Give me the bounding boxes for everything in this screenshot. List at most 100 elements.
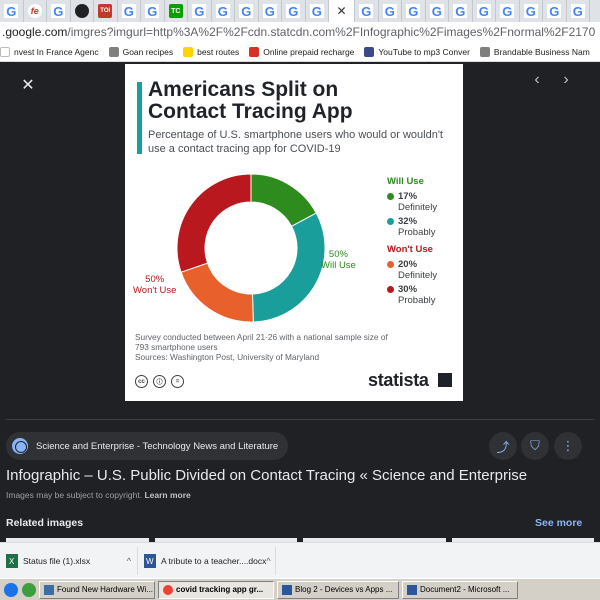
browser-tab[interactable]: G [259,0,282,22]
chrome-icon [163,584,173,595]
legend-dot [387,286,394,293]
bookmark-label: nvest In France Agenc [14,46,99,57]
bookmark-favicon-icon [0,46,10,57]
browser-tab[interactable]: G [379,0,402,22]
will-use-total-text: Will Use [321,260,356,271]
download-item-docx[interactable]: W A tribute to a teacher....docx ^ [140,546,276,575]
browser-tab[interactable]: G [212,0,235,22]
download-filename: Status file (1).xlsx [23,555,91,566]
bookmark-item[interactable]: Brandable Business Nam [479,46,590,57]
legend-heading-will-use: Will Use [387,176,424,187]
taskbar-item-active[interactable]: covid tracking app gr... [158,580,274,599]
browser-tab[interactable]: G [141,0,165,22]
browser-tab[interactable]: G [402,0,426,22]
donut-slice [251,212,326,323]
infographic-title-line2: Contact Tracing App [148,100,353,123]
more-options-button[interactable]: ⋮ [554,432,582,460]
tab-active[interactable]: ✕ [329,0,355,22]
bookmark-label: Online prepaid recharge [263,46,355,57]
quick-launch-ie-icon[interactable] [4,582,18,597]
browser-tab[interactable]: fe [24,0,47,22]
google-icon: G [570,3,585,19]
chevron-up-icon[interactable]: ^ [266,556,270,566]
browser-tab[interactable]: G [449,0,473,22]
browser-tab[interactable]: G [118,0,141,22]
bookmark-item[interactable]: Online prepaid recharge [249,46,355,57]
browser-tab[interactable] [71,0,94,22]
bookmark-item[interactable]: Goan recipes [108,46,173,57]
svg-text:W: W [146,557,154,566]
sources-text: Sources: Washington Post, University of … [135,352,320,362]
address-host: .google.com [2,25,68,39]
taskbar-item[interactable]: Blog 2 - Devices vs Apps ... [277,580,399,599]
previous-image-button[interactable]: ‹ [527,70,547,90]
legend-pct: 17% [398,191,418,202]
taskbar-item[interactable]: Found New Hardware Wi... [39,580,155,599]
bookmark-item[interactable]: nvest In France Agenc [0,46,99,57]
address-bar[interactable]: .google.com/imgres?imgurl=http%3A%2F%2Fc… [0,22,600,42]
next-image-button[interactable]: › [556,70,576,90]
legend-item: 17% Definitely [387,191,463,213]
image-viewer: ✕ ‹ › Americans Split on Contact Tracing… [0,62,600,542]
browser-tab[interactable]: G [520,0,543,22]
google-icon: G [309,3,324,19]
infographic-subtitle: Percentage of U.S. smartphone users who … [148,129,443,155]
download-item-xlsx[interactable]: X Status file (1).xlsx ^ [2,546,138,575]
close-viewer-button[interactable]: ✕ [18,75,38,95]
related-images-heading: Related images [6,517,84,529]
image-page-title[interactable]: Infographic – U.S. Public Divided on Con… [6,467,596,484]
google-icon: G [429,3,444,19]
browser-tab[interactable]: G [235,0,259,22]
save-bookmark-button[interactable]: ⛉ [521,432,549,460]
copyright-text: Images may be subject to copyright. [6,490,143,500]
bookmark-favicon-icon [364,46,375,57]
learn-more-link[interactable]: Learn more [144,490,190,500]
toi-icon: TOI [98,4,113,18]
google-icon: G [359,3,374,19]
title-accent-bar [137,82,142,154]
infographic-image[interactable]: Americans Split on Contact Tracing App P… [125,64,463,401]
bookmark-label: YouTube to mp3 Conver [378,46,470,57]
google-icon: G [121,3,136,19]
taskbar-item[interactable]: Document2 - Microsoft ... [402,580,518,599]
chevron-up-icon[interactable]: ^ [127,556,131,566]
browser-tab[interactable]: G [282,0,306,22]
browser-tab[interactable]: G [188,0,212,22]
legend-pct: 20% [398,259,418,270]
browser-tab[interactable]: G [0,0,24,22]
download-filename: A tribute to a teacher....docx [161,555,267,566]
browser-tab[interactable]: G [426,0,449,22]
browser-tab[interactable]: G [355,0,379,22]
see-more-link[interactable]: See more [535,517,582,529]
share-button[interactable]: ⤴ [489,432,517,460]
browser-tab[interactable]: G [306,0,329,22]
divider [6,419,594,420]
legend-label: Definitely [398,202,438,213]
source-name: Science and Enterprise - Technology News… [36,440,279,452]
browser-tab[interactable]: G [496,0,520,22]
close-tab-icon[interactable]: ✕ [336,4,346,18]
window-icon [44,584,54,595]
bookmark-item[interactable]: YouTube to mp3 Conver [364,46,470,57]
word-icon [407,584,417,595]
site-icon [74,4,89,18]
bookmark-label: Brandable Business Nam [493,46,590,57]
address-path: /imgres?imgurl=http%3A%2F%2Fcdn.statcdn.… [67,25,596,39]
browser-tab[interactable]: G [473,0,496,22]
browser-tab[interactable]: TOI [94,0,118,22]
browser-tab[interactable]: G [47,0,71,22]
source-chip[interactable]: Science and Enterprise - Technology News… [6,432,289,460]
google-icon: G [51,3,66,19]
browser-tab[interactable]: TC [165,0,188,22]
browser-tab[interactable]: G [543,0,567,22]
bookmarks-bar: nvest In France Agenc Goan recipes best ro… [0,42,600,62]
taskbar-item-label: Blog 2 - Devices vs Apps ... [295,585,393,594]
bookmark-item[interactable]: best routes [183,46,239,57]
legend-pct: 30% [398,284,418,295]
google-icon: G [145,3,160,19]
license-icons: cc ⓘ = [135,375,189,388]
browser-tab[interactable]: G [567,0,590,22]
quick-launch-utorrent-icon[interactable] [22,582,36,597]
bookmark-favicon-icon [183,46,194,57]
donut-slice [180,262,254,323]
